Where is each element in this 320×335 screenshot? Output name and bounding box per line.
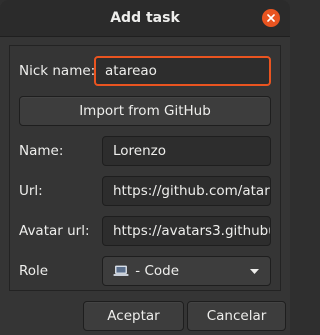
laptop-icon — [113, 265, 129, 276]
import-from-github-button[interactable]: Import from GitHub — [19, 96, 271, 126]
name-label: Name: — [19, 143, 64, 159]
cancel-button[interactable]: Cancelar — [187, 301, 286, 331]
nick-name-label: Nick name: — [19, 63, 96, 79]
url-label: Url: — [19, 183, 43, 199]
titlebar: Add task — [0, 0, 290, 37]
role-combobox[interactable]: - Code — [102, 256, 271, 286]
name-input[interactable]: Lorenzo — [102, 136, 271, 166]
chevron-down-icon — [250, 269, 259, 274]
dialog-title: Add task — [110, 10, 180, 26]
role-label: Role — [19, 263, 49, 279]
add-task-dialog: Add task Nick name: atareao Import from … — [0, 0, 290, 335]
avatar-url-label: Avatar url: — [19, 223, 90, 239]
close-button[interactable] — [262, 9, 280, 27]
nick-name-input[interactable]: atareao — [94, 56, 271, 86]
form-area: Nick name: atareao Import from GitHub Na… — [9, 45, 281, 291]
accept-button[interactable]: Aceptar — [83, 301, 184, 331]
dialog-actions: Aceptar Cancelar — [0, 298, 290, 335]
avatar-url-input[interactable]: https://avatars3.githubusercontent.com — [102, 216, 271, 246]
role-value: - Code — [135, 263, 180, 279]
close-icon — [267, 14, 275, 22]
url-input[interactable]: https://github.com/atareao — [102, 176, 271, 206]
